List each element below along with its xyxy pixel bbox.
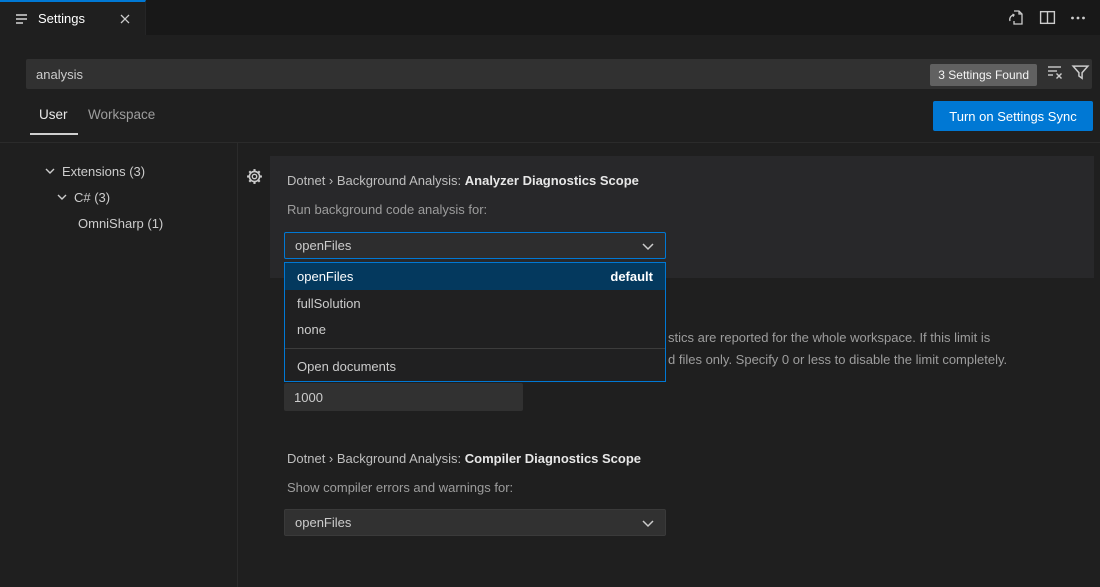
toc-item-extensions[interactable]: Extensions (3) xyxy=(44,160,145,182)
setting-category: Dotnet › Background Analysis: xyxy=(287,173,465,188)
open-settings-json-icon[interactable] xyxy=(1007,9,1025,27)
settings-list-icon xyxy=(14,11,30,27)
dropdown-option-none[interactable]: none xyxy=(285,316,665,342)
editor-actions xyxy=(1007,0,1094,35)
settings-count-badge: 3 Settings Found xyxy=(930,64,1037,86)
chevron-down-icon xyxy=(641,516,655,530)
setting-title-analyzer-diagnostics-scope: Dotnet › Background Analysis: Analyzer D… xyxy=(287,173,639,188)
chevron-down-icon xyxy=(641,239,655,253)
setting-description: Show compiler errors and warnings for: xyxy=(287,480,513,495)
toc-divider xyxy=(237,143,238,587)
limit-setting-description-fragment-1: stics are reported for the whole workspa… xyxy=(668,330,990,345)
analyzer-scope-select[interactable]: openFiles xyxy=(284,232,666,259)
select-value: openFiles xyxy=(295,238,641,253)
toc-item-label: C# (3) xyxy=(74,190,110,205)
tab-user-scope[interactable]: User xyxy=(39,107,68,122)
dropdown-option-description: Open documents xyxy=(285,353,665,379)
dropdown-option-fullsolution[interactable]: fullSolution xyxy=(285,290,665,316)
setting-description: Run background code analysis for: xyxy=(287,202,487,217)
chevron-down-icon xyxy=(44,165,56,177)
setting-category: Dotnet › Background Analysis: xyxy=(287,451,465,466)
tab-settings[interactable]: Settings xyxy=(0,0,146,35)
chevron-down-icon xyxy=(56,191,68,203)
toc-item-label: OmniSharp (1) xyxy=(78,216,163,231)
tab-workspace-scope[interactable]: Workspace xyxy=(88,107,155,122)
compiler-scope-select[interactable]: openFiles xyxy=(284,509,666,536)
toc-item-csharp[interactable]: C# (3) xyxy=(56,186,110,208)
toc-item-omnisharp[interactable]: OmniSharp (1) xyxy=(78,212,163,234)
gear-icon[interactable] xyxy=(246,168,263,185)
turn-on-settings-sync-button[interactable]: Turn on Settings Sync xyxy=(933,101,1093,131)
setting-name: Analyzer Diagnostics Scope xyxy=(465,173,639,188)
filter-icon[interactable] xyxy=(1071,63,1090,82)
editor-tab-bar: Settings xyxy=(0,0,1100,35)
active-scope-underline xyxy=(30,133,78,135)
tab-title: Settings xyxy=(38,11,107,26)
dropdown-option-openfiles[interactable]: openFiles default xyxy=(285,263,665,290)
diagnostics-limit-input[interactable] xyxy=(284,383,523,411)
setting-name: Compiler Diagnostics Scope xyxy=(465,451,641,466)
setting-title-compiler-diagnostics-scope: Dotnet › Background Analysis: Compiler D… xyxy=(287,451,641,466)
option-default-badge: default xyxy=(610,269,653,284)
limit-setting-description-fragment-2: d files only. Specify 0 or less to disab… xyxy=(668,352,1007,367)
split-editor-icon[interactable] xyxy=(1039,9,1056,26)
clear-search-icon[interactable] xyxy=(1046,63,1064,81)
header-divider xyxy=(0,142,1100,143)
close-icon[interactable] xyxy=(115,9,135,29)
more-actions-icon[interactable] xyxy=(1070,10,1086,26)
select-value: openFiles xyxy=(295,515,641,530)
select-dropdown-list: openFiles default fullSolution none Open… xyxy=(284,262,666,382)
dropdown-separator xyxy=(285,348,665,349)
toc-item-label: Extensions (3) xyxy=(62,164,145,179)
settings-editor-window: Settings xyxy=(0,0,1100,587)
